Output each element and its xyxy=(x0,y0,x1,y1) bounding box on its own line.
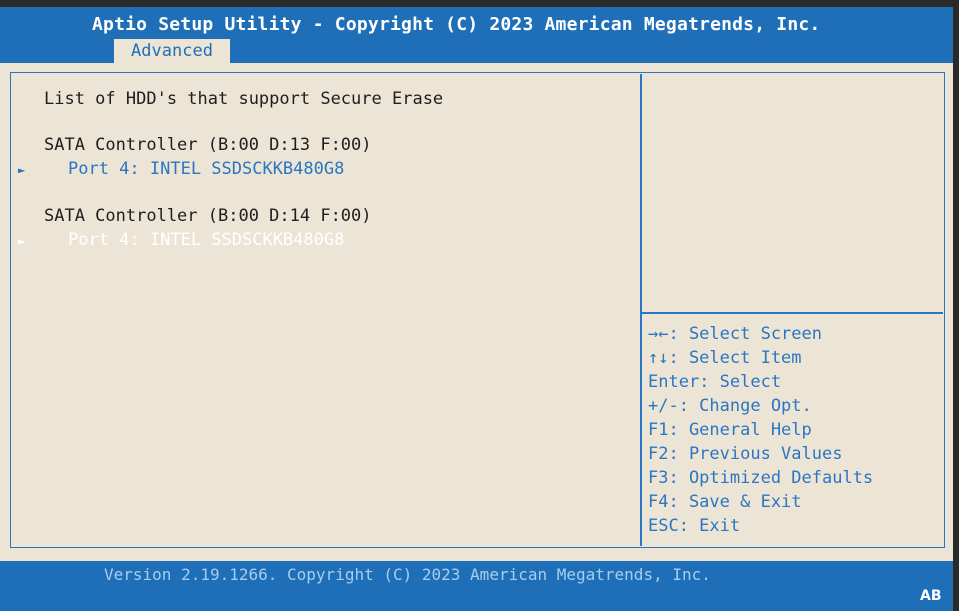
sata-controller-2-port[interactable]: Port 4: INTEL SSDSCKKB480G8 xyxy=(68,230,344,250)
help-panel-divider xyxy=(640,74,642,546)
help-exit: ESC: Exit xyxy=(648,516,741,536)
help-select-item: ↑↓: Select Item xyxy=(648,348,802,368)
top-border xyxy=(0,0,953,7)
help-previous-values: F2: Previous Values xyxy=(648,444,843,464)
sata-controller-2-label: SATA Controller (B:00 D:14 F:00) xyxy=(44,206,372,226)
secure-erase-heading: List of HDD's that support Secure Erase xyxy=(44,89,444,109)
ab-badge: AB xyxy=(920,588,942,604)
help-enter-select: Enter: Select xyxy=(648,372,782,392)
help-select-screen: →←: Select Screen xyxy=(648,324,822,344)
right-border xyxy=(953,0,959,611)
sata-controller-1-port[interactable]: Port 4: INTEL SSDSCKKB480G8 xyxy=(68,159,344,179)
version-footer: Version 2.19.1266. Copyright (C) 2023 Am… xyxy=(104,565,711,584)
help-optimized-defaults: F3: Optimized Defaults xyxy=(648,468,874,488)
help-section-divider xyxy=(642,312,943,314)
page-title: Aptio Setup Utility - Copyright (C) 2023… xyxy=(92,14,821,35)
right-pointer-icon: ► xyxy=(18,234,26,248)
help-save-exit: F4: Save & Exit xyxy=(648,492,802,512)
right-pointer-icon: ► xyxy=(18,163,26,177)
tab-advanced[interactable]: Advanced xyxy=(114,39,230,63)
sata-controller-1-label: SATA Controller (B:00 D:13 F:00) xyxy=(44,135,372,155)
help-change-opt: +/-: Change Opt. xyxy=(648,396,812,416)
bios-screen: Aptio Setup Utility - Copyright (C) 2023… xyxy=(0,0,953,611)
help-general-help: F1: General Help xyxy=(648,420,812,440)
